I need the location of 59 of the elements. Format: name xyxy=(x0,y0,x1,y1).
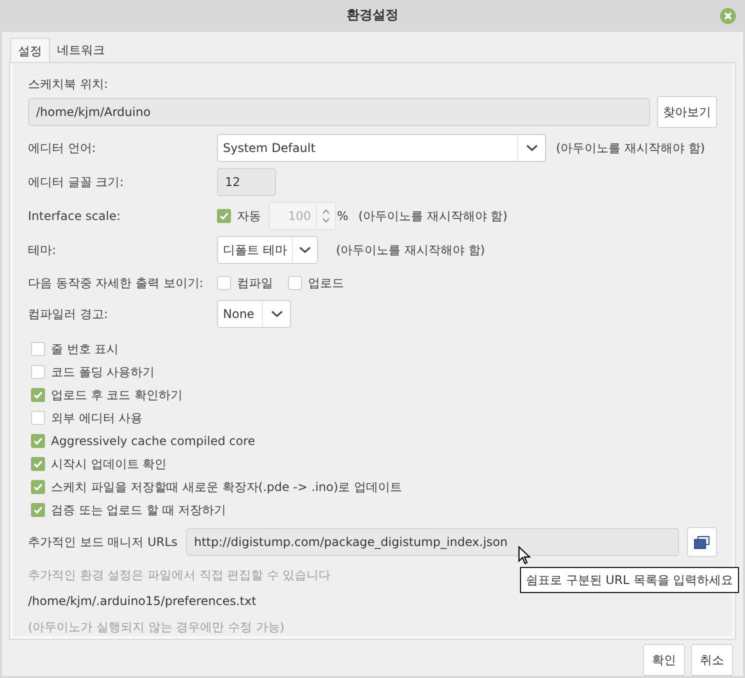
checkbox[interactable] xyxy=(31,480,45,494)
field-label: 테마: xyxy=(28,242,58,260)
checkbox-label: 업로드 xyxy=(308,275,344,292)
field-label: 컴파일러 경고: xyxy=(28,306,109,324)
board-urls-field[interactable]: http://digistump.com/package_digistump_index.json xyxy=(186,528,679,556)
restart-note: (아두이노를 재시작해야 함) xyxy=(358,208,508,226)
browse-button[interactable]: 찾아보기 xyxy=(657,96,717,128)
checkbox-label: 시작시 업데이트 확인 xyxy=(51,456,167,473)
windows-icon xyxy=(694,536,710,549)
checkbox[interactable] xyxy=(217,276,231,290)
tab[interactable]: 네트워크 xyxy=(50,38,112,62)
checkbox-label: 스케치 파일을 저장할때 새로운 확장자(.pde -> .ino)로 업데이트 xyxy=(51,478,402,496)
checkbox[interactable] xyxy=(31,456,45,471)
checkbox-label: 자동 xyxy=(237,208,261,226)
dialog-button[interactable]: 취소 xyxy=(691,644,733,676)
checkbox[interactable] xyxy=(31,410,45,425)
preferences-path: /home/kjm/.arduino15/preferences.txt xyxy=(28,593,256,610)
chevron-down-icon xyxy=(270,310,282,318)
edit-urls-button[interactable] xyxy=(687,527,717,558)
font-size-field[interactable]: 12 xyxy=(217,168,276,196)
field-label: 에디터 글꼴 크기: xyxy=(28,174,125,192)
close-button[interactable] xyxy=(720,8,736,24)
checkbox[interactable] xyxy=(217,209,231,224)
tab[interactable]: 설정 xyxy=(10,38,50,62)
field-label: Interface scale: xyxy=(28,208,122,226)
arrow-down-icon xyxy=(322,218,330,224)
checkbox[interactable] xyxy=(31,342,45,356)
field-label: 추가적인 보드 매니저 URLs xyxy=(28,534,178,552)
window-title: 환경설정 xyxy=(346,7,398,26)
checkbox[interactable] xyxy=(31,388,45,402)
chevron-down-icon xyxy=(526,144,538,152)
dialog-button[interactable]: 확인 xyxy=(643,644,685,676)
percent-sign: % xyxy=(337,208,348,226)
checkbox[interactable] xyxy=(31,502,45,517)
hint-text: (아두이노가 실행되지 않는 경우에만 수정 가능) xyxy=(28,619,284,636)
checkbox[interactable] xyxy=(31,364,45,379)
arrow-up-icon xyxy=(322,209,330,214)
hint-text: 추가적인 환경 설정은 파일에서 직접 편집할 수 있습니다 xyxy=(28,567,331,584)
checkbox-label: Aggressively cache compiled core xyxy=(51,432,256,450)
restart-note: (아두이노를 재시작해야 함) xyxy=(336,242,485,260)
sketchbook-path-field[interactable]: /home/kjm/Arduino xyxy=(28,98,650,126)
checkbox-label: 컴파일 xyxy=(237,275,273,292)
language-dropdown[interactable]: System Default xyxy=(217,134,546,162)
chevron-down-icon xyxy=(298,246,311,254)
field-label: 스케치북 위치: xyxy=(28,76,108,93)
checkbox[interactable] xyxy=(288,276,302,290)
tooltip: 쉼표로 구분된 URL 목록을 입력하세요 xyxy=(520,567,740,593)
theme-dropdown[interactable]: 디폴트 테마 xyxy=(217,236,318,264)
checkbox-label: 업로드 후 코드 확인하기 xyxy=(51,386,182,404)
restart-note: (아두이노를 재시작해야 함) xyxy=(556,140,705,157)
cursor-icon xyxy=(518,546,531,565)
checkbox-label: 코드 폴딩 사용하기 xyxy=(51,364,155,381)
checkbox-label: 줄 번호 표시 xyxy=(51,340,119,358)
checkbox-label: 검증 또는 업로드 할 때 저장하기 xyxy=(51,502,226,519)
checkbox-label: 외부 에디터 사용 xyxy=(51,410,143,427)
field-label: 다음 동작중 자세한 출력 보이기: xyxy=(28,275,204,292)
warnings-dropdown[interactable]: None xyxy=(217,300,291,328)
field-label: 에디터 언어: xyxy=(28,140,97,157)
checkbox[interactable] xyxy=(31,434,45,448)
